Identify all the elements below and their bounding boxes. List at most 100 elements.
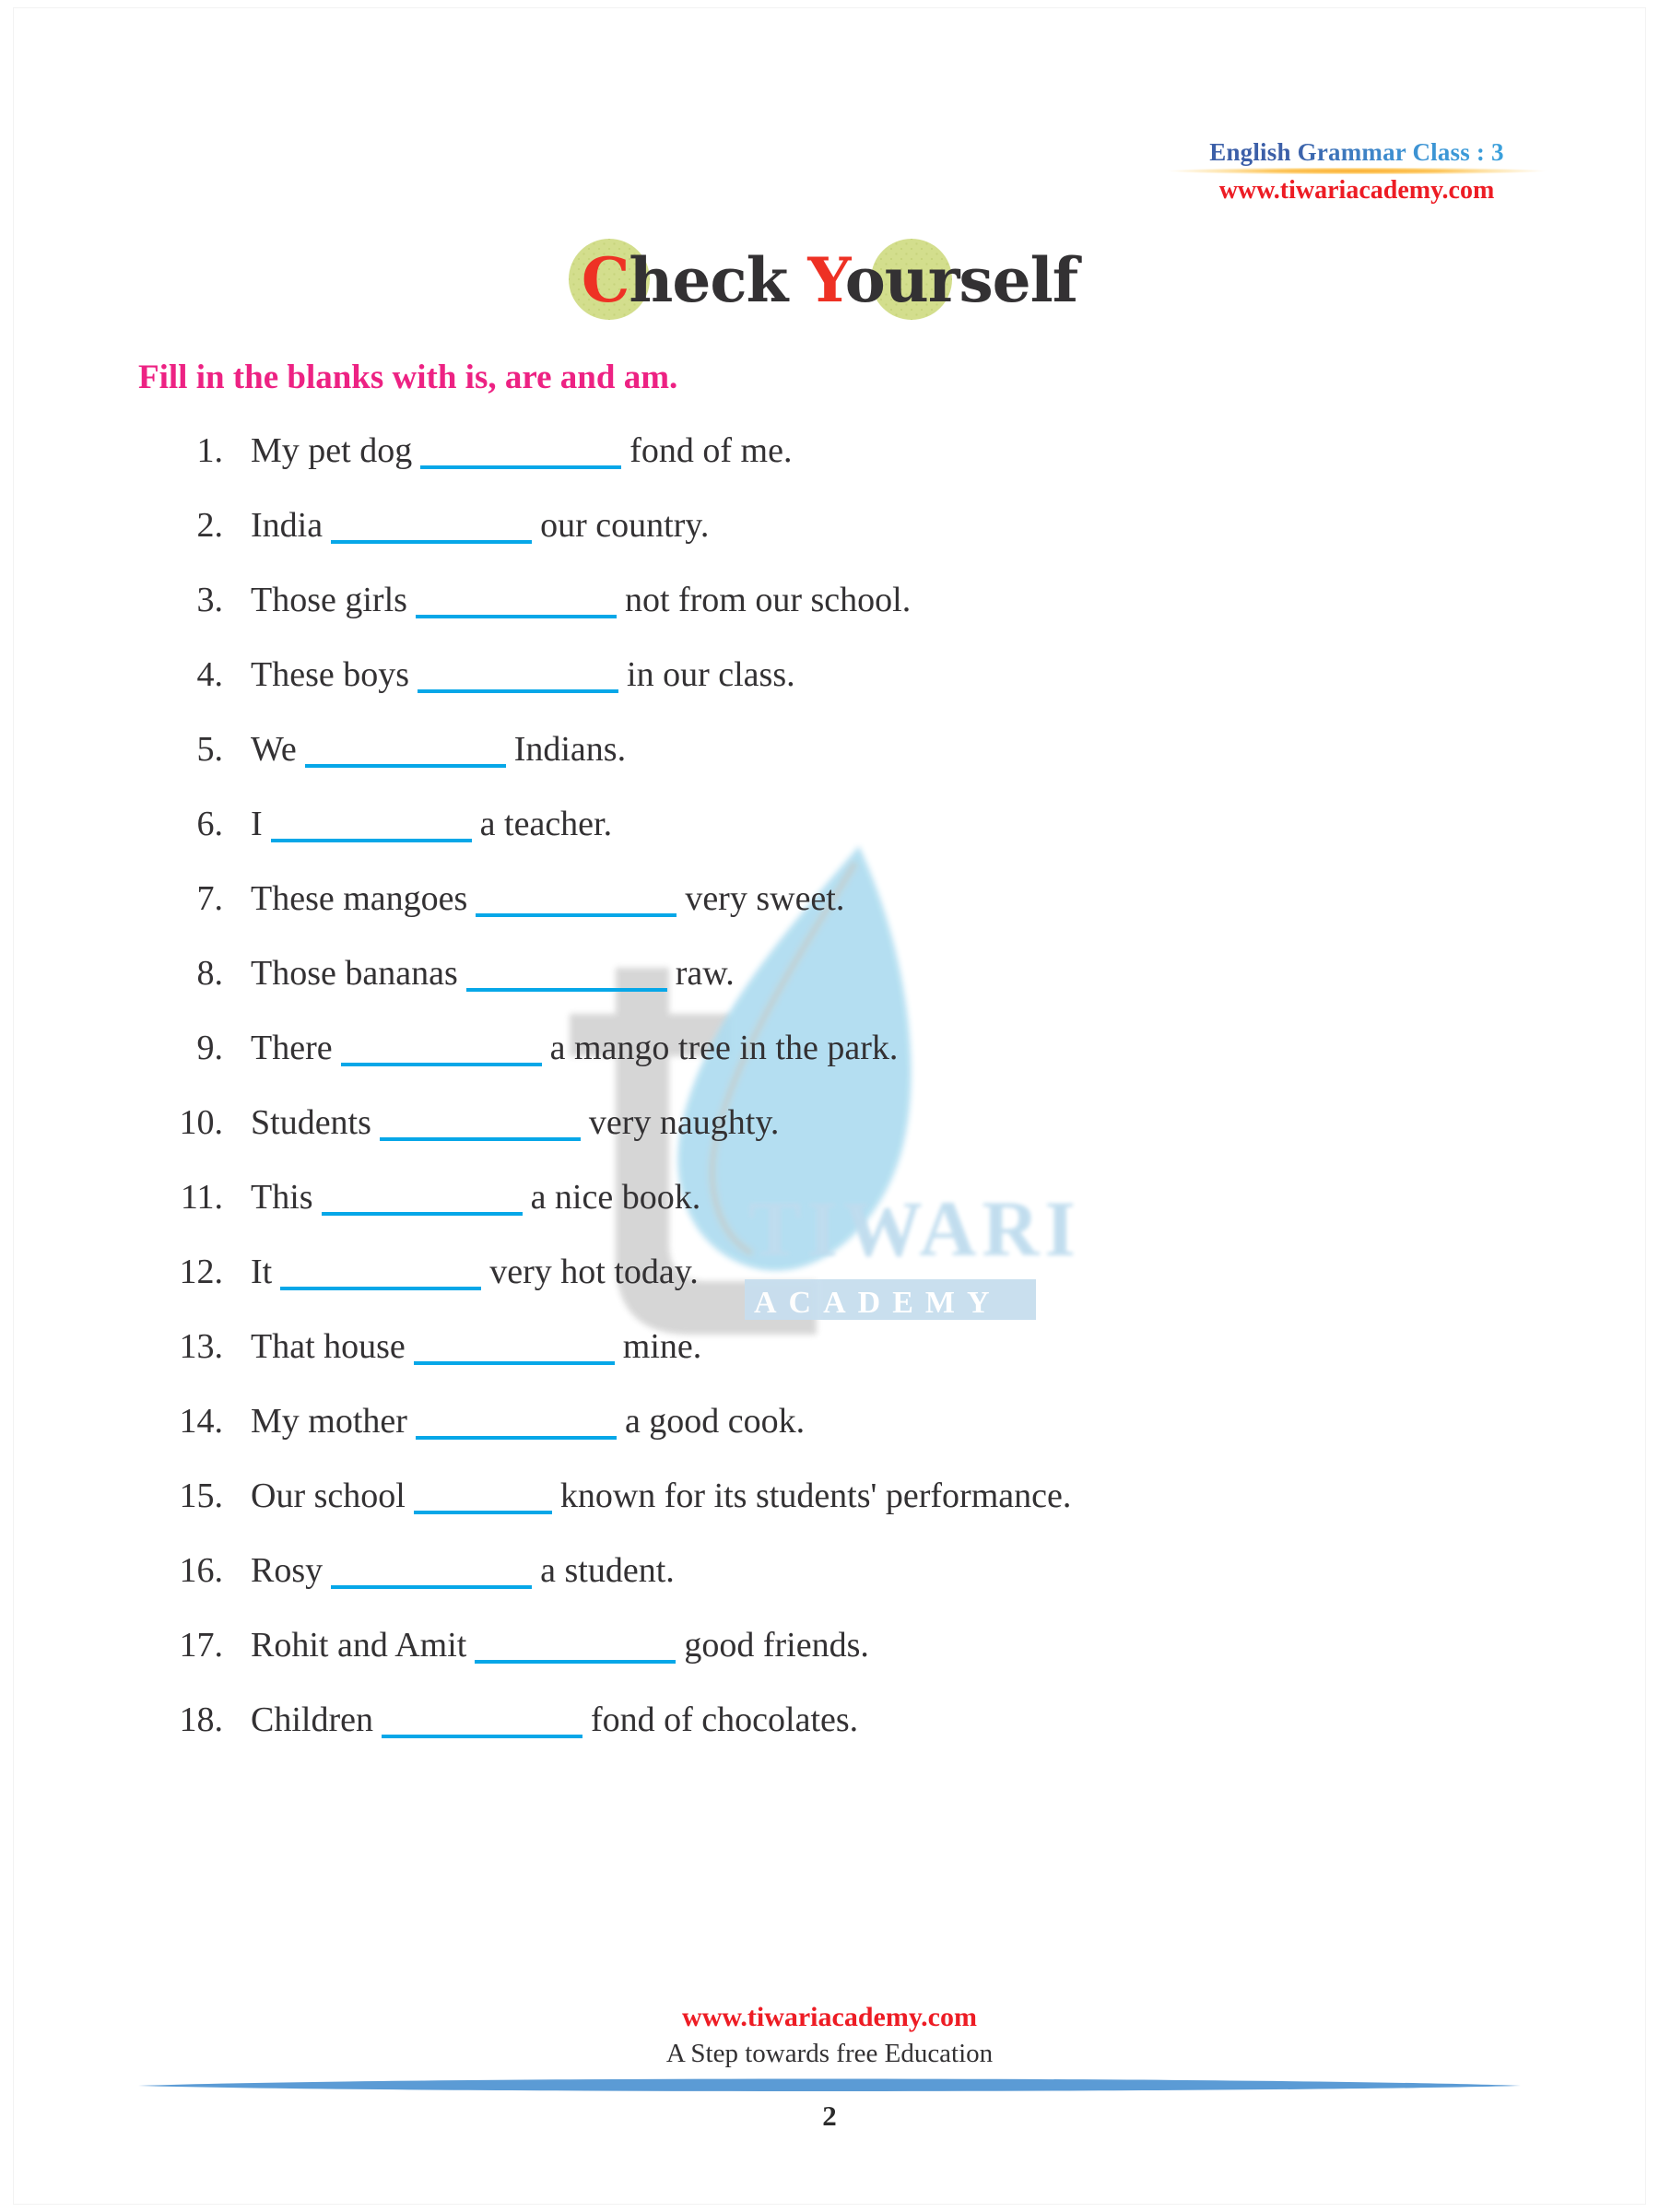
header-class-text: English Grammar Class : 3	[1209, 138, 1504, 166]
question-row: 15. Our school known for its students' per…	[0, 1475, 1659, 1549]
question-text: My mother a good cook.	[223, 1400, 805, 1442]
question-prefix: These mangoes	[251, 879, 468, 918]
header-divider	[1167, 168, 1547, 174]
question-row: 17. Rohit and Amit good friends.	[0, 1624, 1659, 1699]
question-text: These boys in our class.	[223, 653, 795, 696]
question-row: 2. India our country.	[0, 504, 1659, 579]
question-text: We Indians.	[223, 728, 626, 771]
page-title: Check Yourself	[568, 239, 1078, 320]
document-footer: www.tiwariacademy.com A Step towards fre…	[0, 2000, 1659, 2072]
answer-blank[interactable]	[321, 1184, 523, 1216]
question-suffix: very sweet.	[685, 879, 845, 918]
question-text: Ia teacher.	[223, 803, 612, 845]
document-header: English Grammar Class : 3 www.tiwariacad…	[1163, 138, 1550, 206]
question-row: 11. This a nice book.	[0, 1176, 1659, 1251]
question-number: 2.	[196, 506, 224, 545]
question-suffix: a student.	[540, 1551, 675, 1590]
title-cap-c: C	[581, 244, 630, 316]
answer-blank[interactable]	[418, 662, 619, 693]
question-prefix: Those bananas	[251, 954, 458, 993]
question-suffix: raw.	[675, 954, 735, 993]
question-suffix: very hot today.	[489, 1253, 699, 1291]
question-row: 13. That house mine.	[0, 1325, 1659, 1400]
exercise-instruction: Fill in the blanks with is, are and am.	[138, 359, 678, 396]
question-prefix: This	[251, 1178, 313, 1217]
question-suffix: mine.	[622, 1327, 702, 1366]
question-prefix: These boys	[251, 655, 410, 694]
question-text: India our country.	[223, 504, 709, 547]
answer-blank[interactable]	[270, 811, 472, 842]
question-prefix: Students	[251, 1103, 371, 1142]
question-suffix: known for its students' performance.	[559, 1477, 1072, 1515]
question-number: 12.	[179, 1253, 224, 1291]
footer-divider	[138, 2074, 1521, 2096]
question-number: 17.	[179, 1626, 224, 1665]
question-text: There a mango tree in the park.	[223, 1027, 898, 1069]
question-row: 6. Ia teacher.	[0, 803, 1659, 877]
title-cap-y: Y	[807, 244, 845, 316]
answer-blank[interactable]	[465, 960, 667, 992]
answer-blank[interactable]	[420, 438, 622, 469]
question-list: 1. My pet dog fond of me. 2. India our countr…	[0, 429, 1659, 1773]
question-suffix: fond of me.	[629, 431, 793, 470]
question-row: 14. My mother a good cook.	[0, 1400, 1659, 1475]
question-suffix: Indians.	[513, 730, 627, 769]
question-suffix: a teacher.	[479, 805, 613, 843]
answer-blank[interactable]	[415, 587, 617, 618]
question-text: These mangoes very sweet.	[223, 877, 844, 920]
question-row: 9. There a mango tree in the park.	[0, 1027, 1659, 1101]
question-prefix: India	[251, 506, 324, 545]
header-website: www.tiwariacademy.com	[1218, 176, 1495, 205]
answer-blank[interactable]	[381, 1707, 582, 1738]
question-text: Those bananas raw.	[223, 952, 735, 994]
answer-blank[interactable]	[340, 1035, 542, 1066]
question-number: 6.	[196, 805, 224, 843]
question-prefix: Rosy	[251, 1551, 324, 1590]
question-row: 16. Rosy a student.	[0, 1549, 1659, 1624]
answer-blank[interactable]	[304, 736, 506, 768]
question-suffix: good friends.	[684, 1626, 869, 1665]
question-number: 8.	[196, 954, 224, 993]
question-row: 1. My pet dog fond of me.	[0, 429, 1659, 504]
question-text: Rosy a student.	[223, 1549, 675, 1592]
question-number: 10.	[179, 1103, 224, 1142]
question-row: 7. These mangoes very sweet.	[0, 877, 1659, 952]
question-text: Our school known for its students' perfor…	[223, 1475, 1071, 1517]
question-number: 1.	[196, 431, 224, 470]
question-row: 12. It very hot today.	[0, 1251, 1659, 1325]
footer-website: www.tiwariacademy.com	[682, 2002, 977, 2032]
answer-blank[interactable]	[331, 512, 533, 544]
question-prefix: Rohit and Amit	[251, 1626, 467, 1665]
question-row: 4. These boys in our class.	[0, 653, 1659, 728]
question-number: 4.	[196, 655, 224, 694]
question-number: 18.	[179, 1700, 224, 1739]
question-number: 3.	[196, 581, 224, 619]
question-prefix: Those girls	[251, 581, 407, 619]
question-prefix: My pet dog	[251, 431, 413, 470]
question-text: Rohit and Amit good friends.	[223, 1624, 869, 1666]
answer-blank[interactable]	[280, 1259, 482, 1290]
answer-blank[interactable]	[331, 1558, 533, 1589]
question-number: 15.	[179, 1477, 224, 1515]
question-number: 9.	[196, 1029, 224, 1067]
question-text: Children fond of chocolates.	[223, 1699, 858, 1741]
question-number: 13.	[179, 1327, 224, 1366]
question-suffix: fond of chocolates.	[590, 1700, 859, 1739]
answer-blank[interactable]	[413, 1334, 615, 1365]
question-row: 18. Children fond of chocolates.	[0, 1699, 1659, 1773]
document-page: English Grammar Class : 3 www.tiwariacad…	[0, 0, 1659, 2212]
question-prefix: That house	[251, 1327, 406, 1366]
question-number: 14.	[179, 1402, 224, 1441]
page-number: 2	[822, 2100, 837, 2132]
title-space	[787, 244, 807, 316]
question-text: Those girls not from our school.	[223, 579, 911, 621]
answer-blank[interactable]	[475, 1632, 677, 1664]
question-text: This a nice book.	[223, 1176, 700, 1218]
answer-blank[interactable]	[476, 886, 677, 917]
footer-tagline: A Step towards free Education	[665, 2039, 994, 2068]
answer-blank[interactable]	[379, 1110, 581, 1141]
answer-blank[interactable]	[415, 1408, 617, 1440]
question-row: 8. Those bananas raw.	[0, 952, 1659, 1027]
answer-blank[interactable]	[413, 1483, 552, 1514]
question-number: 7.	[196, 879, 224, 918]
